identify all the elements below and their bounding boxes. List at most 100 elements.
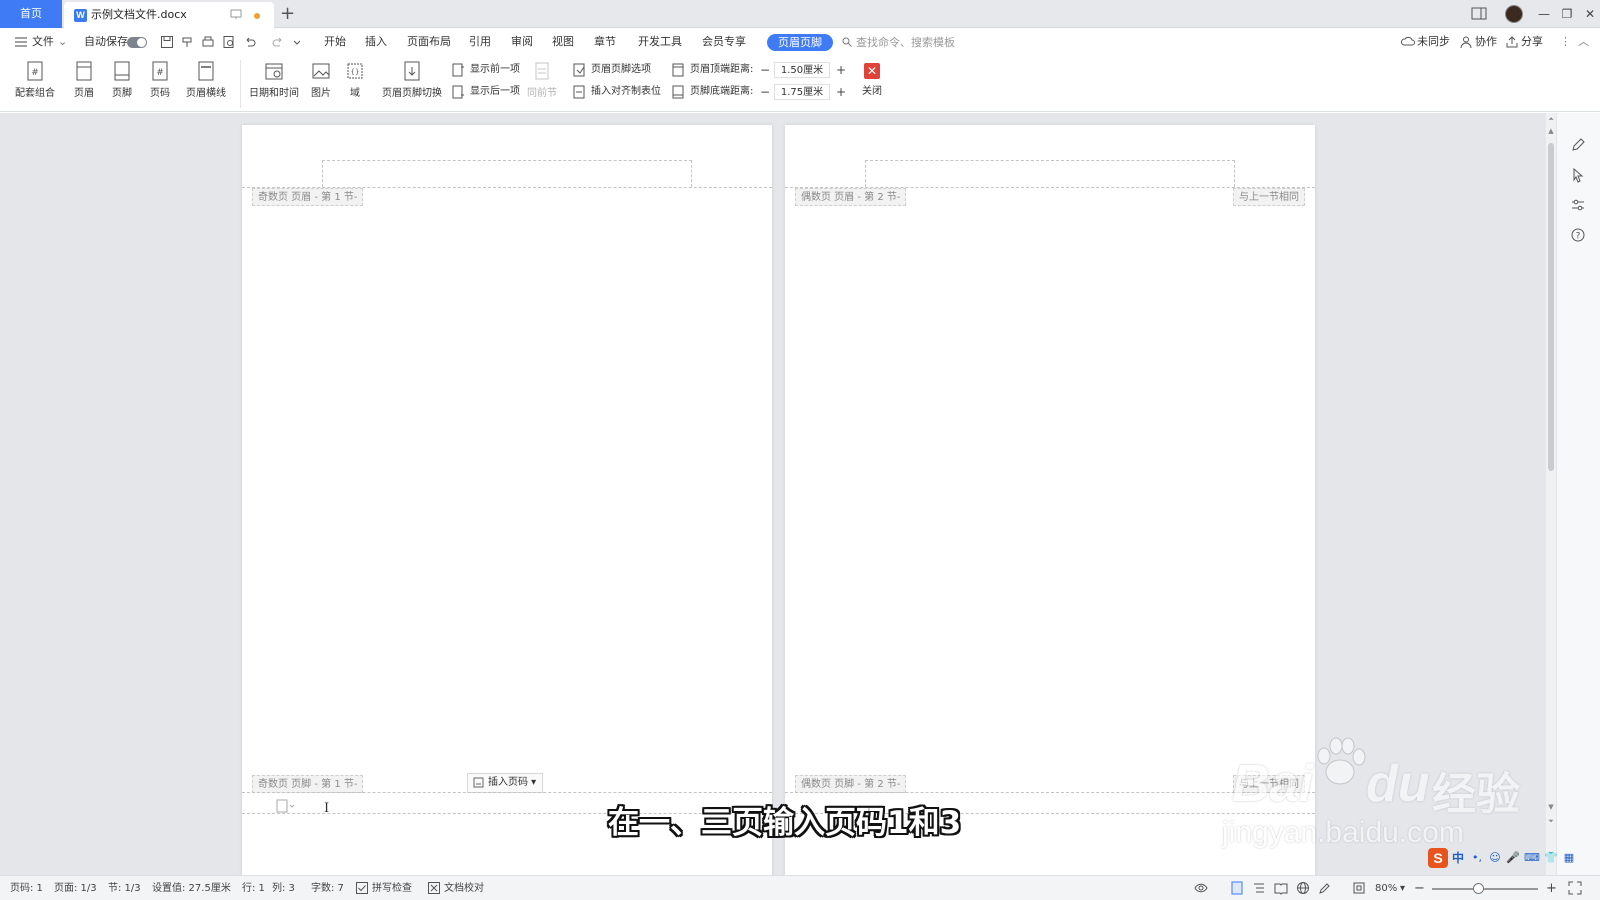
scroll-down-icon[interactable]: ▼ [1546, 803, 1556, 811]
share-button[interactable]: 分享 [1521, 28, 1543, 56]
close-window-button[interactable]: ✕ [1580, 4, 1600, 24]
ime-punctuation-icon[interactable]: •, [1470, 851, 1484, 865]
outline-view-icon[interactable] [1252, 881, 1266, 895]
zoom-level[interactable]: 80% [1375, 876, 1397, 900]
footer-distance-increase[interactable]: + [834, 83, 848, 101]
header-footer-switch-button[interactable]: 页眉页脚切换 [381, 60, 443, 99]
undo-icon[interactable] [243, 35, 257, 49]
ime-toolbar[interactable]: S 中 •, ☺ 🎤 ⌨ 👕 ▦ [1428, 848, 1600, 870]
footer-distance-decrease[interactable]: − [758, 83, 772, 101]
more-icon[interactable]: ⋮ [1560, 28, 1571, 56]
sogou-ime-icon[interactable]: S [1428, 848, 1448, 868]
footer-distance-value[interactable]: 1.75厘米 [774, 84, 830, 100]
tab-header-footer[interactable]: 页眉页脚 [767, 34, 833, 51]
tab-screen-icon[interactable] [230, 9, 242, 20]
collaborate-icon[interactable] [1459, 35, 1473, 49]
header-distance-decrease[interactable]: − [758, 61, 772, 79]
layout-toggle-icon[interactable] [1470, 5, 1488, 23]
tab-view[interactable]: 视图 [552, 28, 574, 56]
edit-pen-icon[interactable] [1570, 137, 1586, 153]
spellcheck-checkbox-icon[interactable] [356, 882, 368, 894]
save-icon[interactable] [160, 35, 174, 49]
header-distance-increase[interactable]: + [834, 61, 848, 79]
insert-tab-stop-button[interactable]: 插入对齐制表位 [573, 83, 661, 101]
tab-section[interactable]: 章节 [594, 28, 616, 56]
file-menu[interactable]: 文件 [32, 28, 54, 56]
settings-sliders-icon[interactable] [1570, 197, 1586, 213]
status-page-number[interactable]: 页码: 1 [10, 876, 43, 900]
hf-options-button[interactable]: 页眉页脚选项 [573, 61, 651, 79]
page-1[interactable]: 奇数页 页眉 - 第 1 节- 奇数页 页脚 - 第 1 节- 插入页码 ▾ I [242, 125, 772, 875]
scrollbar-thumb[interactable] [1548, 143, 1554, 471]
status-setting-value[interactable]: 设置值: 27.5厘米 [152, 876, 231, 900]
autosave-toggle[interactable] [127, 37, 147, 48]
paste-options-icon[interactable] [276, 799, 296, 813]
share-icon[interactable] [1505, 35, 1519, 49]
zoom-in-button[interactable]: + [1546, 876, 1557, 900]
scroll-up-icon[interactable]: ▲ [1546, 127, 1556, 135]
zoom-slider-handle[interactable] [1473, 883, 1484, 894]
user-avatar[interactable] [1505, 5, 1523, 23]
status-spellcheck[interactable]: 拼写检查 [372, 876, 412, 900]
document-tab[interactable]: W 示例文档文件.docx [64, 2, 274, 28]
select-pointer-icon[interactable] [1570, 167, 1586, 183]
tab-review[interactable]: 审阅 [511, 28, 533, 56]
command-search-input[interactable]: 查找命令、搜索模板 [842, 34, 1002, 51]
zoom-level-chevron-icon[interactable]: ▾ [1400, 876, 1405, 900]
ime-voice-icon[interactable]: 🎤 [1506, 851, 1520, 865]
close-header-footer-icon[interactable]: ✕ [864, 63, 880, 79]
tab-page-layout[interactable]: 页面布局 [407, 28, 451, 56]
close-header-footer-label[interactable]: 关闭 [862, 83, 882, 101]
ime-emoji-icon[interactable]: ☺ [1488, 851, 1502, 865]
header-edit-area[interactable] [322, 160, 692, 187]
ime-keyboard-icon[interactable]: ⌨ [1524, 851, 1540, 865]
fit-page-icon[interactable] [1352, 881, 1366, 895]
collapse-ribbon-icon[interactable]: ︿ [1578, 28, 1589, 56]
tab-member[interactable]: 会员专享 [702, 28, 746, 56]
datetime-button[interactable]: 日期和时间 [247, 60, 301, 99]
field-button[interactable]: {} 域 [343, 60, 367, 99]
combo-button[interactable]: # 配套组合 [12, 60, 58, 99]
zoom-slider[interactable] [1432, 888, 1538, 890]
scroll-top-icon[interactable]: ⏶ [1546, 115, 1556, 124]
home-tab[interactable]: 首页 [0, 0, 62, 28]
web-view-icon[interactable] [1296, 881, 1310, 895]
hamburger-icon[interactable] [15, 36, 27, 48]
tab-insert[interactable]: 插入 [365, 28, 387, 56]
header-line-button[interactable]: 页眉横线 [181, 60, 231, 99]
show-previous-button[interactable]: 显示前一项 [452, 61, 520, 79]
help-icon[interactable]: ? [1570, 227, 1586, 243]
header-button[interactable]: 页眉 [68, 60, 100, 99]
same-as-previous-button[interactable]: 同前节 [527, 60, 557, 99]
file-menu-chevron-icon[interactable]: ⌄ [58, 28, 67, 56]
fullscreen-icon[interactable] [1568, 881, 1582, 895]
scroll-bottom-icon[interactable]: ⏷ [1546, 817, 1556, 826]
status-section[interactable]: 节: 1/3 [108, 876, 141, 900]
header-distance-value[interactable]: 1.50厘米 [774, 62, 830, 78]
show-next-button[interactable]: 显示后一项 [452, 83, 520, 101]
ime-language[interactable]: 中 [1452, 849, 1464, 866]
header-edit-area[interactable] [865, 160, 1235, 187]
new-tab-button[interactable]: + [280, 3, 295, 25]
status-word-count[interactable]: 字数: 7 [311, 876, 344, 900]
tab-developer[interactable]: 开发工具 [638, 28, 682, 56]
eye-protection-icon[interactable] [1194, 881, 1208, 895]
reading-view-icon[interactable] [1274, 881, 1288, 895]
cloud-sync-icon[interactable] [1401, 35, 1415, 49]
header-distance-spinner[interactable]: − 1.50厘米 + [758, 61, 848, 79]
print-preview-icon[interactable] [222, 35, 236, 49]
sync-status[interactable]: 未同步 [1417, 28, 1450, 56]
vertical-scrollbar[interactable]: ⏶ ▲ ▼ ⏷ [1546, 113, 1556, 875]
minimize-button[interactable]: — [1534, 4, 1554, 24]
print-icon[interactable] [201, 35, 215, 49]
page-view-icon[interactable] [1230, 881, 1244, 895]
ime-toolbox-icon[interactable]: ▦ [1562, 851, 1576, 865]
doc-check-icon[interactable] [428, 882, 440, 894]
footer-distance-spinner[interactable]: − 1.75厘米 + [758, 83, 848, 101]
insert-page-number-button[interactable]: 插入页码 ▾ [467, 773, 544, 793]
collaborate-button[interactable]: 协作 [1475, 28, 1497, 56]
tab-home[interactable]: 开始 [324, 28, 346, 56]
tab-references[interactable]: 引用 [469, 28, 491, 56]
write-mode-icon[interactable] [1318, 881, 1332, 895]
format-painter-icon[interactable] [180, 35, 194, 49]
